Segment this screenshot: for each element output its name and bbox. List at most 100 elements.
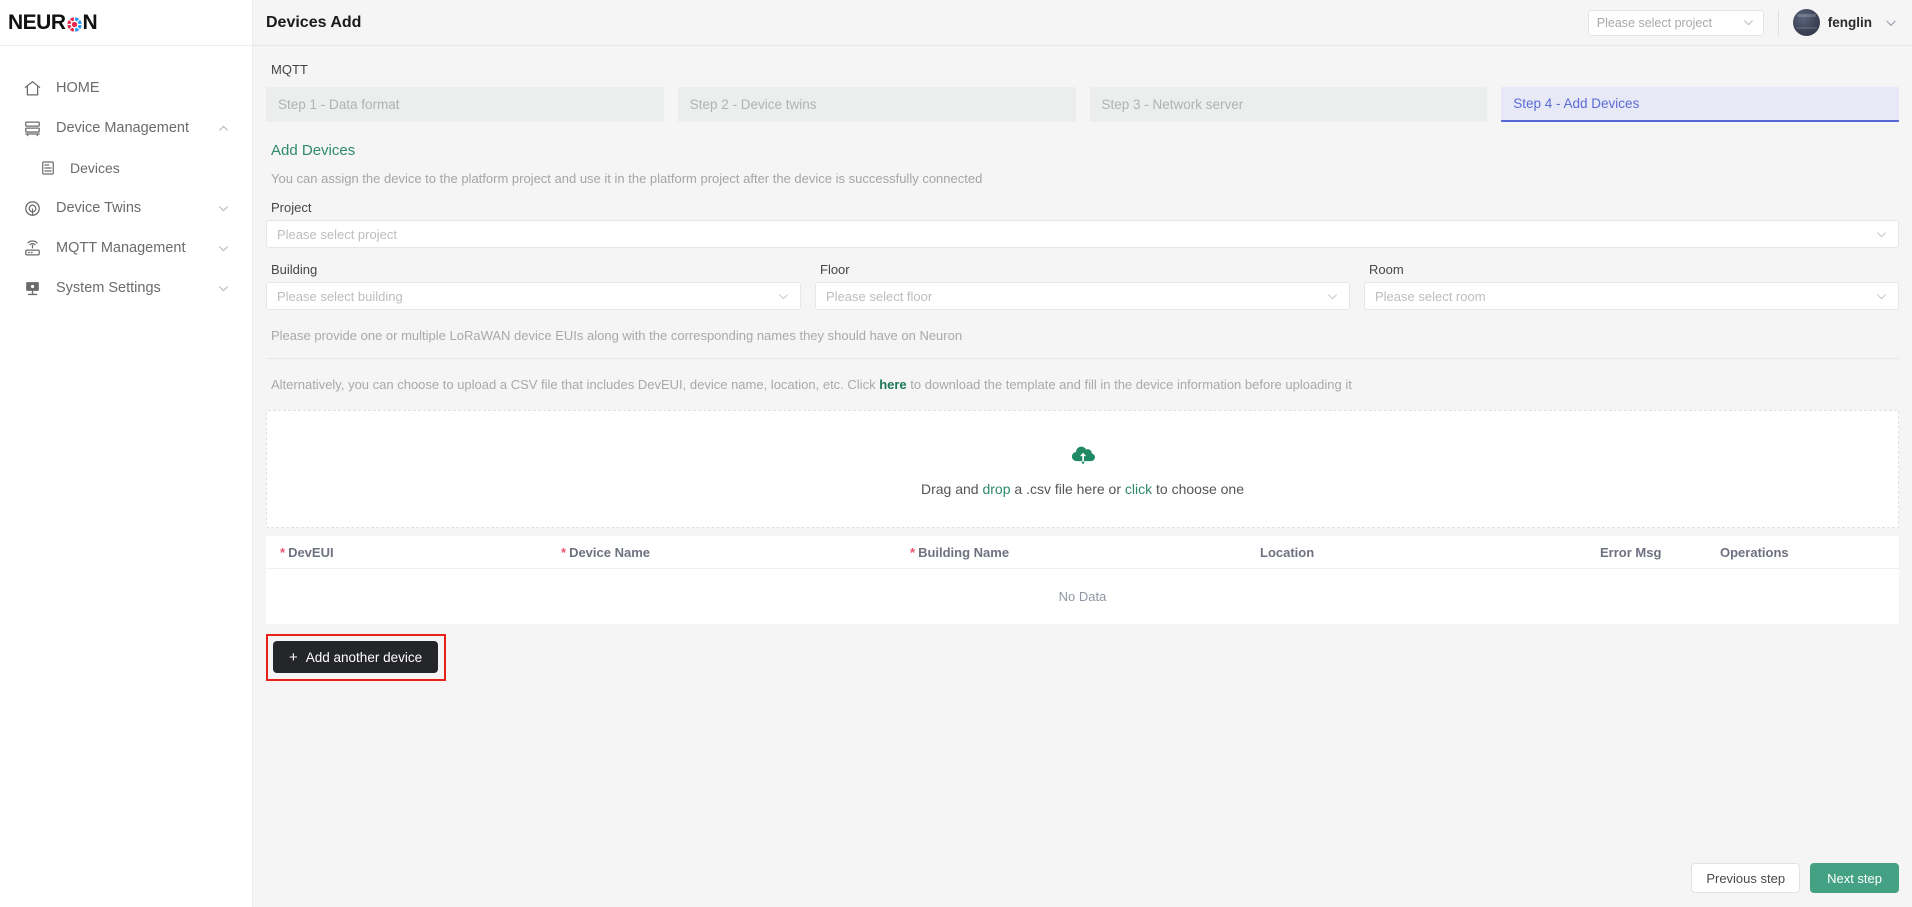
step-2-device-twins[interactable]: Step 2 - Device twins: [677, 87, 1076, 122]
chevron-down-icon[interactable]: [216, 281, 230, 295]
floor-field: Floor Please select floor: [815, 248, 1350, 310]
sidebar-item-label: Device Management: [56, 120, 189, 136]
room-field-select[interactable]: Please select room: [1364, 282, 1899, 310]
user-name: fenglin: [1827, 15, 1872, 30]
table-empty-state: No Data: [1058, 589, 1107, 604]
devices-table: * DevEUI * Device Name * Building Name Loca…: [266, 536, 1899, 624]
sidebar-item-device-twins[interactable]: Device Twins: [0, 188, 252, 228]
chevron-down-icon[interactable]: [216, 201, 230, 215]
required-asterisk: *: [280, 544, 286, 560]
room-field-label: Room: [1369, 262, 1404, 277]
building-field-select[interactable]: Please select building: [266, 282, 801, 310]
room-field-value: Please select room: [1375, 288, 1486, 304]
step-4-add-devices[interactable]: Step 4 - Add Devices: [1501, 87, 1899, 122]
divider: [1777, 9, 1779, 36]
avatar: [1792, 9, 1820, 36]
sidebar-nav: HOME Device Management Devices Device Tw…: [0, 46, 252, 308]
chevron-down-icon[interactable]: [1884, 16, 1898, 30]
sidebar-item-devices[interactable]: Devices: [0, 148, 252, 188]
csv-dropzone[interactable]: Drag and drop a .csv file here or click …: [266, 410, 1899, 528]
sidebar-item-label: Devices: [70, 160, 120, 176]
home-icon: [22, 78, 42, 98]
sidebar-item-system-settings[interactable]: System Settings: [0, 268, 252, 308]
add-another-device-label: Add another device: [305, 649, 423, 665]
required-asterisk: *: [561, 544, 567, 560]
project-select[interactable]: Please select project: [1587, 9, 1764, 36]
brand-name-part1: NEUR: [8, 10, 66, 34]
app-root: NEUR N HOME Device Management Devices De…: [0, 0, 1912, 907]
project-field-select[interactable]: Please select project: [266, 220, 1899, 248]
add-another-device-button[interactable]: + Add another device: [273, 641, 439, 673]
table-header-label: Device Name: [569, 544, 651, 560]
dropzone-text-middle: a .csv file here or: [1010, 481, 1125, 497]
step-label: Step 1 - Data format: [278, 97, 400, 112]
step-label: Step 4 - Add Devices: [1513, 96, 1640, 111]
wizard-stepper: Step 1 - Data format Step 2 - Device twi…: [266, 87, 1899, 122]
location-fields-row: Building Please select building Floor Pl…: [266, 248, 1899, 310]
section-title: Add Devices: [271, 142, 356, 159]
table-header-deveui: * DevEUI: [266, 545, 561, 560]
chevron-down-icon: [1875, 228, 1888, 241]
table-header-operations: Operations: [1720, 545, 1899, 560]
page-content: MQTT Step 1 - Data format Step 2 - Devic…: [253, 46, 1912, 907]
sidebar-item-device-management[interactable]: Device Management: [0, 108, 252, 148]
user-menu[interactable]: fenglin: [1792, 9, 1898, 36]
sidebar-item-label: Device Twins: [56, 200, 142, 216]
chevron-down-icon: [777, 290, 790, 303]
chevron-down-icon: [1326, 290, 1339, 303]
main-area: Devices Add Please select project fengli…: [253, 0, 1912, 907]
dropzone-drop-link[interactable]: drop: [982, 481, 1010, 497]
floor-field-select[interactable]: Please select floor: [815, 282, 1350, 310]
table-header-error-msg: Error Msg: [1600, 545, 1720, 560]
top-bar-right: Please select project fenglin: [1587, 9, 1898, 36]
neuron-logo-icon: [66, 16, 83, 33]
dropzone-text-after: to choose one: [1152, 481, 1244, 497]
eui-hint-text: Please provide one or multiple LoRaWAN d…: [271, 328, 963, 343]
chevron-down-icon[interactable]: [216, 241, 230, 255]
brand-logo[interactable]: NEUR N: [0, 0, 252, 46]
chevron-up-icon[interactable]: [216, 121, 230, 135]
device-icon: [38, 158, 58, 178]
cloud-upload-icon: [1069, 441, 1097, 469]
project-select-value: Please select project: [1596, 15, 1713, 30]
add-device-highlight-box: + Add another device: [266, 634, 447, 681]
table-header-label: Location: [1260, 544, 1315, 560]
building-field: Building Please select building: [266, 248, 801, 310]
monitor-icon: [22, 278, 42, 298]
wizard-footer: Previous step Next step: [1691, 863, 1899, 893]
dropzone-text-before: Drag and: [921, 481, 983, 497]
twins-icon: [22, 198, 42, 218]
required-asterisk: *: [910, 544, 916, 560]
table-header-label: Building Name: [918, 544, 1010, 560]
step-label: Step 3 - Network server: [1101, 97, 1244, 112]
csv-hint-before: Alternatively, you can choose to upload …: [271, 377, 876, 392]
download-template-link[interactable]: here: [879, 377, 906, 392]
next-step-button[interactable]: Next step: [1810, 863, 1899, 893]
sidebar-item-label: HOME: [56, 80, 100, 96]
dropzone-click-link[interactable]: click: [1125, 481, 1152, 497]
sidebar-item-mqtt-management[interactable]: MQTT Management: [0, 228, 252, 268]
previous-step-button[interactable]: Previous step: [1691, 863, 1801, 893]
floor-field-value: Please select floor: [826, 288, 933, 304]
table-header-label: Operations: [1720, 544, 1789, 560]
csv-hint-text: Alternatively, you can choose to upload …: [266, 359, 1899, 392]
table-header-label: DevEUI: [288, 544, 334, 560]
building-field-label: Building: [271, 262, 318, 277]
csv-hint-after: to download the template and fill in the…: [910, 377, 1352, 392]
router-icon: [22, 238, 42, 258]
step-label: Step 2 - Device twins: [689, 97, 817, 112]
server-icon: [22, 118, 42, 138]
table-header-label: Error Msg: [1600, 544, 1662, 560]
step-1-data-format[interactable]: Step 1 - Data format: [266, 87, 664, 122]
section-description: You can assign the device to the platfor…: [271, 171, 983, 186]
top-bar: Devices Add Please select project fengli…: [253, 0, 1912, 46]
sidebar-item-home[interactable]: HOME: [0, 68, 252, 108]
breadcrumb: MQTT: [271, 62, 308, 77]
sidebar-item-label: MQTT Management: [56, 240, 186, 256]
project-field-value: Please select project: [277, 226, 397, 242]
sidebar: NEUR N HOME Device Management Devices De…: [0, 0, 253, 907]
step-3-network-server[interactable]: Step 3 - Network server: [1089, 87, 1488, 122]
brand-name-part2: N: [82, 10, 98, 34]
table-header-row: * DevEUI * Device Name * Building Name Loca…: [266, 536, 1899, 569]
page-title: Devices Add: [266, 13, 362, 31]
